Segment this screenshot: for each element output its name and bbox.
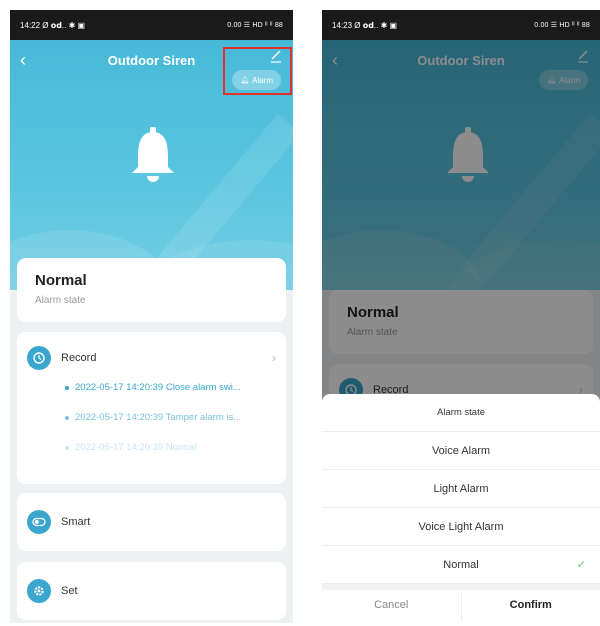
chevron-right-icon: › xyxy=(272,351,276,365)
record-log: 2022-05-17 14:20:39 Close alarm swi... 2… xyxy=(27,382,276,453)
confirm-button[interactable]: Confirm xyxy=(462,590,600,621)
record-row[interactable]: Record › xyxy=(27,346,276,370)
list-item[interactable]: 2022-05-17 14:20:39 Tamper alarm is... xyxy=(65,412,276,423)
picker-actions: Cancel Confirm xyxy=(322,590,600,621)
highlight-annotation xyxy=(223,47,292,95)
status-icons: 0.00 ☰ HD ᴵᴵ ᴵᴵ 88 xyxy=(534,22,590,29)
set-card[interactable]: Set xyxy=(17,562,286,620)
alarm-state-card[interactable]: Normal Alarm state xyxy=(17,258,286,322)
status-icons: 0.00 ☰ HD ᴵᴵ ᴵᴵ 88 xyxy=(227,22,283,29)
status-time: 14:23 Ø 𝗼𝗱.. ✱ ▣ xyxy=(332,20,398,30)
option-normal[interactable]: Normal ✓ xyxy=(322,546,600,584)
option-light-alarm[interactable]: Light Alarm xyxy=(322,470,600,508)
record-card: Record › 2022-05-17 14:20:39 Close alarm… xyxy=(17,332,286,484)
smart-card[interactable]: Smart xyxy=(17,493,286,551)
check-icon: ✓ xyxy=(576,559,586,571)
status-bar: 14:22 Ø 𝗼𝗱.. ✱ ▣ 0.00 ☰ HD ᴵᴵ ᴵᴵ 88 xyxy=(10,10,293,40)
option-voice-alarm[interactable]: Voice Alarm xyxy=(322,432,600,470)
smart-label: Smart xyxy=(61,516,91,528)
phone-screen-right: 14:23 Ø 𝗼𝗱.. ✱ ▣ 0.00 ☰ HD ᴵᴵ ᴵᴵ 88 ‹ Ou… xyxy=(322,10,600,623)
record-label: Record xyxy=(61,352,97,364)
list-item[interactable]: 2022-05-17 14:20:39 Normal xyxy=(65,442,276,453)
option-voice-light-alarm[interactable]: Voice Light Alarm xyxy=(322,508,600,546)
toggle-icon xyxy=(27,510,51,534)
set-label: Set xyxy=(61,585,78,597)
list-item[interactable]: 2022-05-17 14:20:39 Close alarm swi... xyxy=(65,382,276,393)
phone-screen-left: 14:22 Ø 𝗼𝗱.. ✱ ▣ 0.00 ☰ HD ᴵᴵ ᴵᴵ 88 ‹ Ou… xyxy=(10,10,293,623)
gear-icon xyxy=(27,579,51,603)
picker-title: Alarm state xyxy=(322,394,600,432)
cancel-button[interactable]: Cancel xyxy=(322,590,462,621)
alarm-state-picker: Alarm state Voice Alarm Light Alarm Voic… xyxy=(322,394,600,623)
status-bar: 14:23 Ø 𝗼𝗱.. ✱ ▣ 0.00 ☰ HD ᴵᴵ ᴵᴵ 88 xyxy=(322,10,600,40)
alarm-state-value: Normal xyxy=(35,272,87,289)
siren-bell-icon xyxy=(132,127,174,182)
status-time: 14:22 Ø 𝗼𝗱.. ✱ ▣ xyxy=(20,20,86,30)
alarm-state-label: Alarm state xyxy=(35,295,86,306)
clock-icon xyxy=(27,346,51,370)
